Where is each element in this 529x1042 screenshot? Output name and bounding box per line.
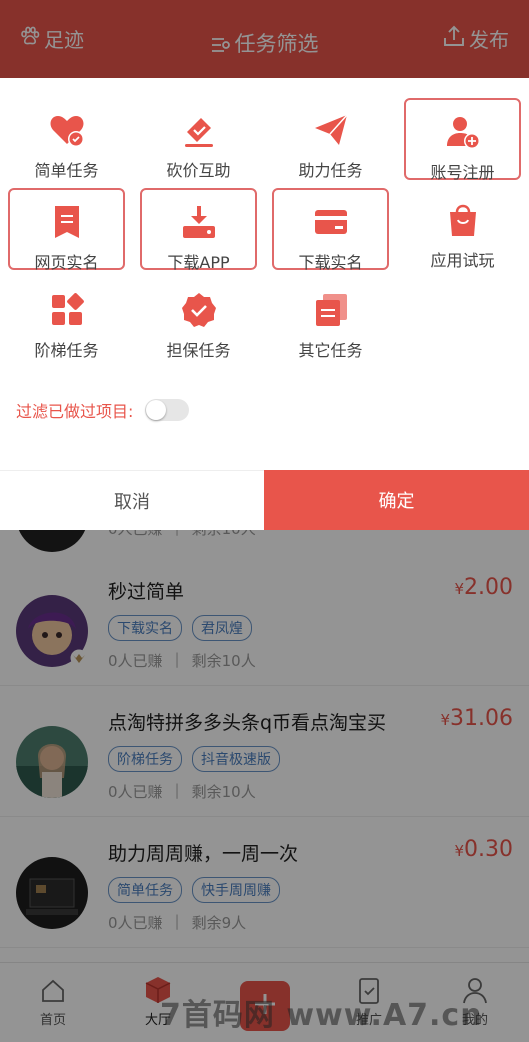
category-label: 其它任务 bbox=[298, 341, 363, 360]
category-label: 账号注册 bbox=[430, 163, 495, 182]
paper-plane-icon bbox=[311, 110, 351, 150]
cancel-button[interactable]: 取消 bbox=[0, 470, 264, 530]
download-tray-icon bbox=[179, 202, 219, 242]
category-label: 下载实名 bbox=[298, 253, 363, 272]
confirm-button[interactable]: 确定 bbox=[264, 470, 529, 530]
heart-check-icon bbox=[47, 110, 87, 150]
filter-panel: 简单任务 砍价互助 助力任务 账号注册 网页实名 下载APP 下载实名 应用试玩… bbox=[0, 78, 529, 530]
category-download-app[interactable]: 下载APP bbox=[140, 188, 257, 272]
stacked-docs-icon bbox=[311, 290, 351, 330]
category-bargain[interactable]: 砍价互助 bbox=[140, 98, 257, 180]
category-label: 下载APP bbox=[167, 253, 230, 272]
category-web-realname[interactable]: 网页实名 bbox=[8, 188, 125, 272]
category-label: 砍价互助 bbox=[166, 161, 231, 180]
category-label: 担保任务 bbox=[166, 341, 231, 360]
category-label: 应用试玩 bbox=[430, 251, 495, 270]
category-account-register[interactable]: 账号注册 bbox=[404, 98, 521, 182]
badge-check-icon bbox=[179, 290, 219, 330]
filter-done-label: 过滤已做过项目: bbox=[16, 402, 134, 421]
category-ladder-task[interactable]: 阶梯任务 bbox=[8, 278, 125, 360]
tag-check-icon bbox=[179, 110, 219, 150]
category-simple-task[interactable]: 简单任务 bbox=[8, 98, 125, 180]
bookmark-doc-icon bbox=[47, 202, 87, 242]
category-app-trial[interactable]: 应用试玩 bbox=[404, 188, 521, 270]
category-download-realname[interactable]: 下载实名 bbox=[272, 188, 389, 272]
category-other-task[interactable]: 其它任务 bbox=[272, 278, 389, 360]
filter-done-row: 过滤已做过项目: bbox=[16, 398, 190, 422]
grid-blocks-icon bbox=[47, 290, 87, 330]
category-label: 阶梯任务 bbox=[34, 341, 99, 360]
category-label: 助力任务 bbox=[298, 161, 363, 180]
category-label: 网页实名 bbox=[34, 253, 99, 272]
filter-done-toggle[interactable] bbox=[145, 399, 190, 421]
card-icon bbox=[311, 202, 351, 242]
category-assist[interactable]: 助力任务 bbox=[272, 98, 389, 180]
category-guarantee-task[interactable]: 担保任务 bbox=[140, 278, 257, 360]
shopping-bag-icon bbox=[443, 200, 483, 240]
category-label: 简单任务 bbox=[34, 161, 99, 180]
user-add-icon bbox=[443, 112, 483, 152]
toggle-knob bbox=[146, 400, 167, 420]
